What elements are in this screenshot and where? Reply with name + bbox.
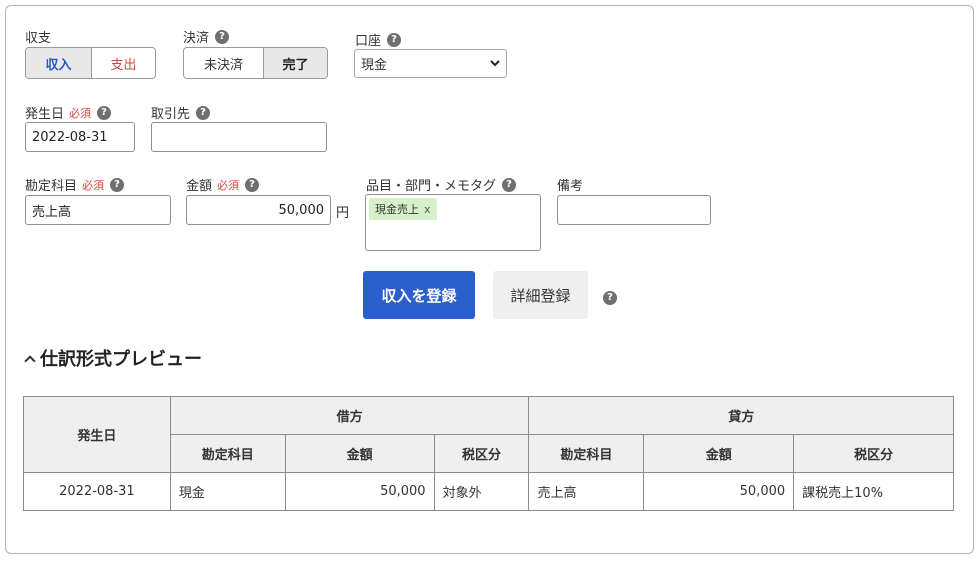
cell-debit-account: 現金 [169, 472, 286, 511]
hasseibi-input[interactable]: 2022-08-31 [25, 122, 135, 152]
shushi-income-button[interactable]: 収入 [26, 48, 91, 78]
kanjo-help-icon[interactable]: ? [110, 177, 125, 192]
koza-help-icon[interactable]: ? [387, 32, 402, 47]
submit-income-button[interactable]: 収入を登録 [363, 271, 475, 319]
kingaku-input[interactable]: 50,000 [186, 195, 331, 225]
hinmoku-tag-input[interactable]: 現金売上 x [365, 194, 541, 251]
torihikisaki-label: 取引先 ? [151, 103, 211, 122]
kessai-unsettled-button[interactable]: 未決済 [184, 48, 263, 78]
hasseibi-label: 発生日 必須 ? [25, 103, 112, 122]
chevron-down-icon [490, 60, 500, 67]
header-credit-account: 勘定科目 [528, 434, 645, 473]
header-credit-amount: 金額 [643, 434, 795, 473]
kessai-label: 決済 ? [183, 27, 230, 46]
biko-input[interactable] [557, 195, 711, 225]
header-debit-tax: 税区分 [433, 434, 530, 473]
kessai-help-icon[interactable]: ? [215, 29, 230, 44]
cell-credit-tax: 課税売上10% [793, 472, 954, 511]
hasseibi-help-icon[interactable]: ? [97, 105, 112, 120]
biko-label: 備考 [557, 179, 584, 194]
shushi-toggle: 収入 支出 [25, 47, 156, 79]
header-debit-amount: 金額 [284, 434, 435, 473]
kanjo-input[interactable]: 売上高 [25, 195, 171, 225]
cell-debit-tax: 対象外 [433, 472, 530, 511]
detail-help-icon[interactable]: ? [603, 291, 617, 305]
kingaku-help-icon[interactable]: ? [245, 177, 260, 192]
required-badge: 必須 [217, 178, 240, 192]
tag-remove-icon[interactable]: x [424, 203, 431, 216]
chevron-up-icon [24, 355, 36, 367]
cell-debit-amount: 50,000 [284, 472, 435, 511]
cell-date: 2022-08-31 [23, 472, 171, 511]
header-debit-account: 勘定科目 [169, 434, 286, 473]
koza-select[interactable]: 現金 [354, 49, 507, 78]
preview-toggle[interactable]: 仕訳形式プレビュー [22, 345, 202, 371]
memo-tag: 現金売上 x [369, 198, 437, 220]
header-debit: 借方 [169, 396, 530, 435]
torihikisaki-input[interactable] [151, 122, 327, 152]
kessai-settled-button[interactable]: 完了 [263, 48, 327, 78]
preview-title: 仕訳形式プレビュー [40, 349, 202, 370]
kingaku-label: 金額 必須 ? [186, 175, 260, 194]
kingaku-unit: 円 [336, 206, 350, 221]
required-badge: 必須 [82, 178, 105, 192]
detail-help-wrap: ? [603, 289, 617, 305]
detail-entry-button[interactable]: 詳細登録 [493, 271, 588, 319]
table-row: 2022-08-31 現金 50,000 対象外 売上高 50,000 課税売上… [23, 472, 954, 511]
cell-credit-amount: 50,000 [643, 472, 795, 511]
header-credit-tax: 税区分 [793, 434, 954, 473]
torihikisaki-help-icon[interactable]: ? [196, 105, 211, 120]
hinmoku-help-icon[interactable]: ? [502, 177, 517, 192]
header-date: 発生日 [23, 396, 171, 473]
koza-label: 口座 ? [355, 30, 402, 49]
cell-credit-account: 売上高 [528, 472, 645, 511]
kanjo-label: 勘定科目 必須 ? [25, 175, 125, 194]
shushi-expense-button[interactable]: 支出 [91, 48, 155, 78]
hinmoku-label: 品目・部門・メモタグ ? [366, 175, 517, 194]
journal-preview-table: 発生日 借方 貸方 勘定科目 金額 税区分 勘定科目 金額 税区分 2022-0… [23, 396, 954, 511]
kessai-toggle: 未決済 完了 [183, 47, 328, 79]
required-badge: 必須 [69, 106, 92, 120]
shushi-label: 収支 [25, 31, 52, 46]
header-credit: 貸方 [528, 396, 954, 435]
